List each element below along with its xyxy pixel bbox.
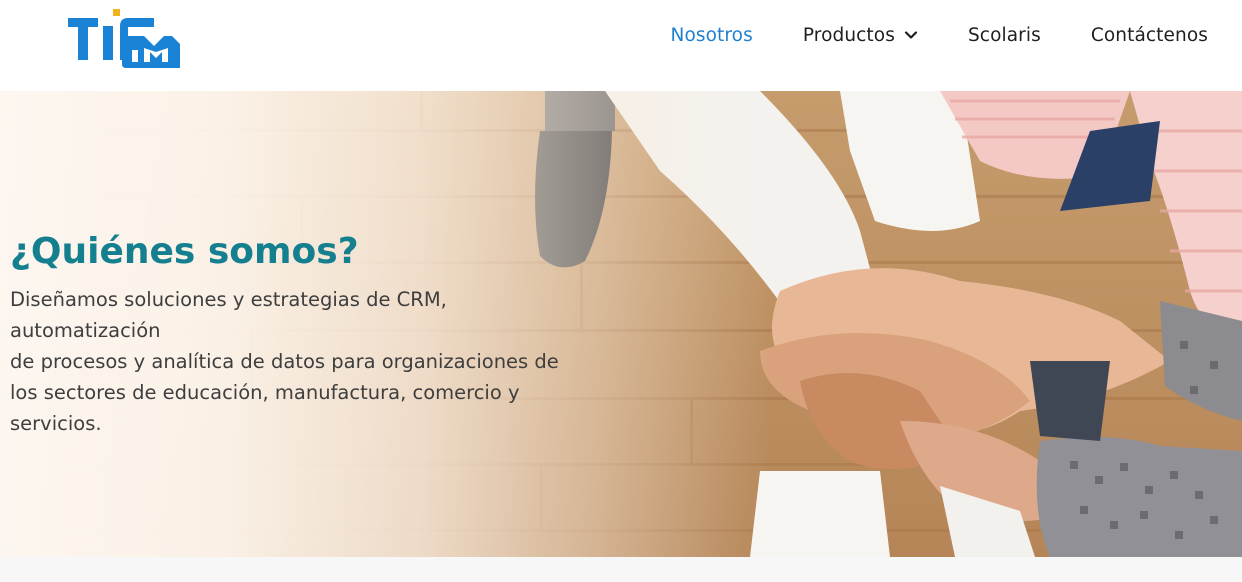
hero-description-line: los sectores de educación, manufactura, …	[10, 381, 520, 405]
site-header: Nosotros Productos Scolaris Contáctenos	[0, 0, 1242, 91]
nav-item-productos[interactable]: Productos	[803, 25, 918, 46]
nav-item-scolaris[interactable]: Scolaris	[968, 25, 1041, 46]
hero-description-line: de procesos y analítica de datos para or…	[10, 350, 559, 374]
hero-text: ¿Quiénes somos? Diseñamos soluciones y e…	[10, 231, 610, 439]
main-nav: Nosotros Productos Scolaris Contáctenos	[671, 22, 1208, 48]
nav-item-nosotros[interactable]: Nosotros	[671, 25, 753, 46]
hero-description-line: servicios.	[10, 412, 102, 436]
hero-description-line: automatización	[10, 319, 161, 343]
nav-item-contactenos[interactable]: Contáctenos	[1091, 25, 1208, 46]
chevron-down-icon	[904, 31, 918, 39]
tim-logo[interactable]	[68, 6, 182, 70]
hero-description: Diseñamos soluciones y estrategias de CR…	[10, 284, 610, 439]
nav-item-label: Nosotros	[670, 24, 753, 46]
hero-description-line: Diseñamos soluciones y estrategias de CR…	[10, 288, 447, 312]
hero-title: ¿Quiénes somos?	[10, 231, 359, 272]
nav-item-label: Contáctenos	[1090, 24, 1208, 46]
page: Nosotros Productos Scolaris Contáctenos	[0, 0, 1242, 582]
hero-section: ¿Quiénes somos? Diseñamos soluciones y e…	[0, 91, 1242, 557]
next-section-strip	[0, 557, 1242, 582]
nav-item-label: Productos	[802, 24, 895, 46]
nav-item-label: Scolaris	[967, 24, 1041, 46]
